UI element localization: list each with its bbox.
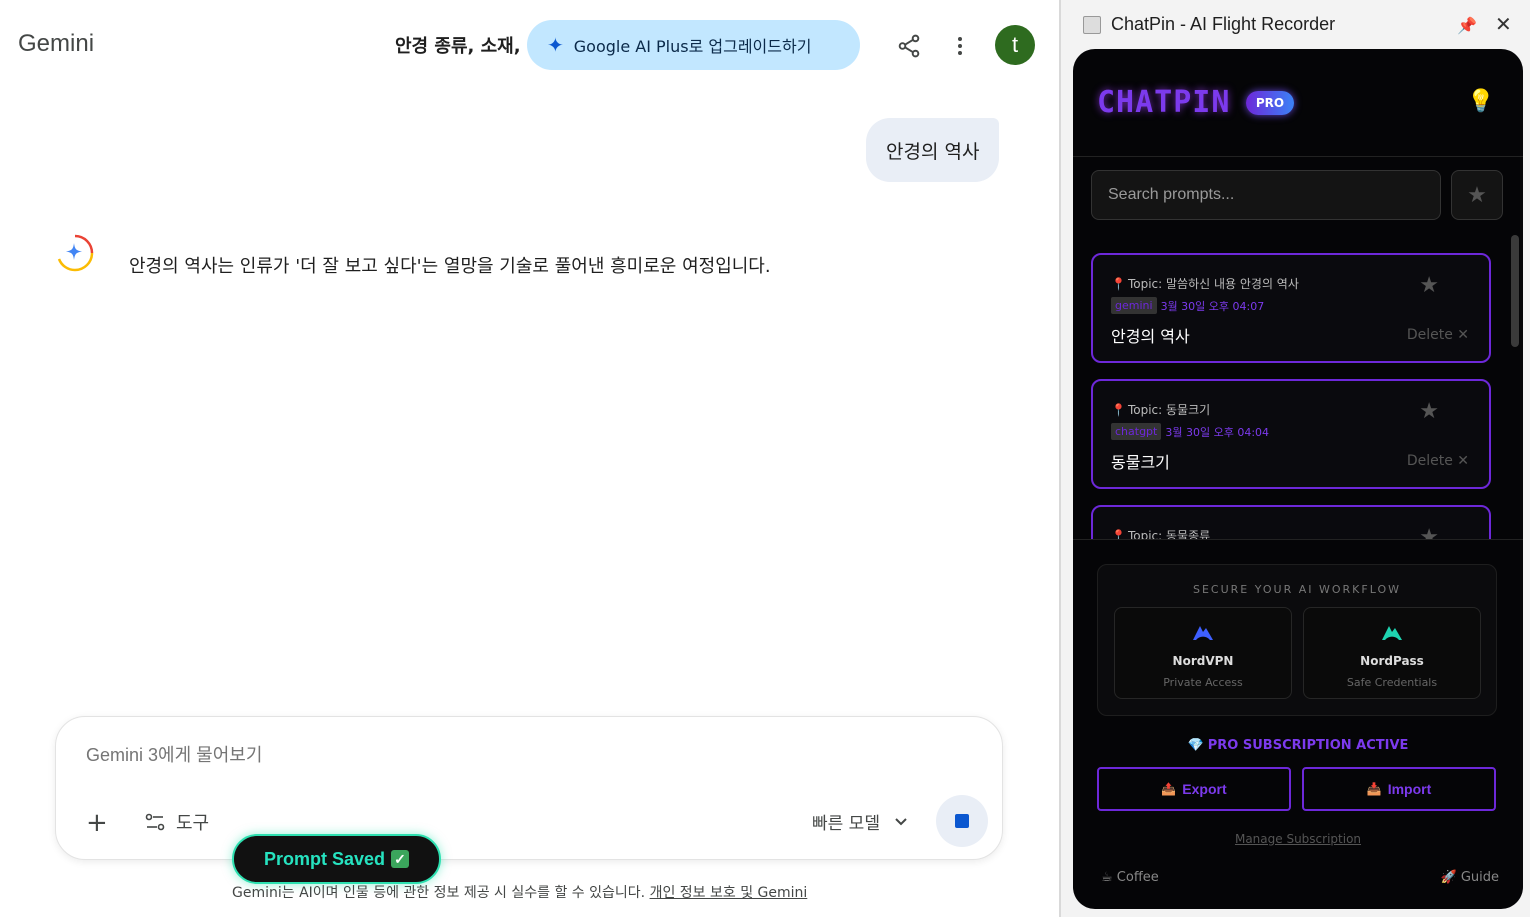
prompt-meta: gemini 3월 30일 오후 04:07	[1111, 297, 1264, 314]
toast-label: Prompt Saved	[263, 848, 386, 869]
import-button[interactable]: 📥 Import	[1302, 767, 1496, 811]
tools-label: 도구	[176, 813, 210, 834]
tools-button[interactable]: 도구	[144, 809, 209, 835]
nordpass-subtitle: Safe Credentials	[1346, 676, 1438, 689]
chatpin-panel: CHATPIN PRO 💡 ★ 📍Topic: 말씀하신 내용 안경의 역사 g…	[1073, 49, 1523, 909]
delete-button[interactable]: Delete ✕	[1407, 453, 1469, 469]
sparkle-icon: ✦	[547, 33, 564, 57]
sidebar-titlebar: ChatPin - AI Flight Recorder	[1083, 14, 1335, 35]
prompt-input[interactable]	[86, 745, 686, 766]
extension-favicon-icon	[1083, 15, 1101, 34]
check-icon: ✓	[391, 850, 410, 868]
tools-icon	[145, 813, 165, 831]
prompt-composer: + 도구 빠른 모델	[55, 716, 1003, 860]
prompt-card[interactable]: 📍 Topic: 동물종류 ★	[1091, 505, 1491, 539]
favorites-filter-star-icon[interactable]: ★	[1451, 170, 1503, 220]
nordvpn-subtitle: Private Access	[1163, 676, 1243, 689]
secure-workflow-box: SECURE YOUR AI WORKFLOW NordVPN Private …	[1097, 564, 1497, 716]
more-vert-icon[interactable]	[948, 33, 972, 59]
prompt-date: 3월 30일 오후 04:07	[1160, 299, 1265, 313]
source-tag: chatgpt	[1111, 423, 1162, 440]
scrollbar[interactable]	[1511, 235, 1519, 347]
disclaimer: Gemini는 AI이며 인물 등에 관한 정보 제공 시 실수를 할 수 있습…	[232, 882, 807, 902]
upgrade-label: Google AI Plus로 업그레이드하기	[573, 37, 812, 56]
prompt-title: 안경의 역사	[1111, 327, 1190, 346]
prompt-topic: 📍 Topic: 동물종류	[1111, 527, 1210, 539]
user-message: 안경의 역사	[866, 118, 1000, 182]
prompt-card[interactable]: 📍 Topic: 말씀하신 내용 안경의 역사 gemini 3월 30일 오후 …	[1091, 253, 1491, 363]
gemini-logo[interactable]: Gemini	[18, 30, 94, 58]
brand-logo: CHATPIN	[1097, 85, 1231, 120]
stop-icon	[955, 814, 969, 828]
nordpass-card[interactable]: NordPass Safe Credentials	[1303, 607, 1481, 699]
gemini-spark-icon	[57, 234, 94, 272]
coffee-link[interactable]: ☕ Coffee	[1101, 870, 1159, 885]
sidebar-window-title: ChatPin - AI Flight Recorder	[1111, 14, 1336, 34]
location-pin-icon: 📍	[1111, 403, 1126, 417]
pin-icon[interactable]: 📌	[1457, 16, 1477, 35]
upgrade-button[interactable]: ✦ Google AI Plus로 업그레이드하기	[527, 20, 860, 70]
rocket-icon: 🚀	[1440, 870, 1457, 885]
source-tag: gemini	[1111, 297, 1157, 314]
lightbulb-icon[interactable]: 💡	[1467, 89, 1494, 114]
export-button[interactable]: 📤 Export	[1097, 767, 1291, 811]
model-label: 빠른 모델	[812, 814, 880, 834]
disclaimer-text: Gemini는 AI이며 인물 등에 관한 정보 제공 시 실수를 할 수 있습…	[232, 885, 646, 901]
model-selector[interactable]: 빠른 모델	[812, 809, 908, 834]
prompt-topic: 📍 Topic: 말씀하신 내용 안경의 역사	[1111, 277, 1299, 291]
gemini-app: Gemini 안경 종류, 소재, ✦ Google AI Plus로 업그레이…	[0, 0, 1060, 917]
favorite-star-icon[interactable]: ★	[1419, 525, 1439, 539]
nordvpn-icon	[1193, 626, 1213, 640]
chatpin-sidebar: ChatPin - AI Flight Recorder 📌 ✕ CHATPIN…	[1061, 0, 1530, 917]
secure-title: SECURE YOUR AI WORKFLOW	[1193, 583, 1401, 596]
nordpass-icon	[1382, 626, 1402, 640]
nordvpn-card[interactable]: NordVPN Private Access	[1114, 607, 1292, 699]
share-icon[interactable]	[896, 33, 922, 59]
pro-status: 💎 PRO SUBSCRIPTION ACTIVE	[1187, 738, 1409, 753]
import-icon: 📥	[1366, 782, 1382, 796]
coffee-icon: ☕	[1101, 870, 1113, 885]
prompt-date: 3월 30일 오후 04:04	[1165, 425, 1270, 439]
add-icon[interactable]: +	[86, 810, 108, 836]
close-icon[interactable]: ✕	[1495, 12, 1512, 36]
favorite-star-icon[interactable]: ★	[1419, 273, 1439, 298]
model-answer: 안경의 역사는 인류가 '더 잘 보고 싶다'는 열망을 기술로 풀어낸 흥미로…	[129, 256, 771, 277]
pro-badge: PRO	[1246, 91, 1294, 115]
chevron-down-icon	[895, 817, 907, 825]
search-input[interactable]	[1091, 170, 1441, 220]
prompt-saved-toast: Prompt Saved ✓	[232, 834, 441, 884]
prompt-list: 📍 Topic: 말씀하신 내용 안경의 역사 gemini 3월 30일 오후 …	[1073, 239, 1523, 539]
prompt-meta: chatgpt 3월 30일 오후 04:04	[1111, 423, 1269, 440]
stop-button[interactable]	[936, 795, 988, 847]
export-icon: 📤	[1161, 782, 1177, 796]
prompt-card[interactable]: 📍 Topic: 동물크기 chatgpt 3월 30일 오후 04:04 동물크…	[1091, 379, 1491, 489]
location-pin-icon: 📍	[1111, 277, 1126, 291]
conversation-title[interactable]: 안경 종류, 소재,	[395, 32, 521, 58]
guide-link[interactable]: 🚀 Guide	[1440, 870, 1499, 885]
screen: Gemini 안경 종류, 소재, ✦ Google AI Plus로 업그레이…	[0, 0, 1530, 917]
header-divider	[1073, 156, 1523, 157]
favorite-star-icon[interactable]: ★	[1419, 399, 1439, 424]
manage-subscription-link[interactable]: Manage Subscription	[1073, 832, 1523, 846]
delete-button[interactable]: Delete ✕	[1407, 327, 1469, 343]
nordpass-name: NordPass	[1360, 654, 1424, 668]
privacy-link[interactable]: 개인 정보 보호 및 Gemini	[650, 885, 808, 901]
avatar[interactable]: t	[995, 25, 1035, 65]
nordvpn-name: NordVPN	[1172, 654, 1234, 668]
prompt-title: 동물크기	[1111, 453, 1170, 472]
list-divider	[1073, 539, 1523, 540]
prompt-topic: 📍 Topic: 동물크기	[1111, 403, 1211, 417]
diamond-icon: 💎	[1187, 738, 1204, 753]
location-pin-icon: 📍	[1111, 529, 1126, 539]
